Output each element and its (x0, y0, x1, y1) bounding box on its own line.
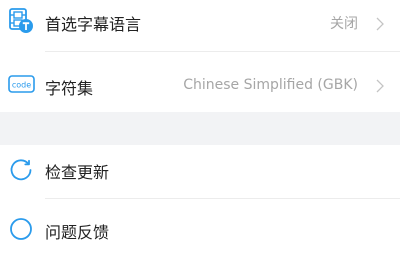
code-icon: code (8, 73, 36, 95)
check-update-label: 检查更新 (45, 163, 110, 182)
feedback-row[interactable]: 问题反馈 (0, 205, 400, 255)
subtitle-language-label: 首选字幕语言 (45, 15, 142, 34)
feedback-icon (8, 216, 34, 242)
row-divider (45, 198, 400, 199)
code-icon-text: code (12, 80, 31, 89)
subtitle-language-value: 关闭 (330, 16, 358, 32)
charset-row[interactable]: code 字符集 Chinese Simplified (GBK) (0, 60, 400, 110)
charset-value: Chinese Simplified (GBK) (183, 77, 358, 93)
check-update-row[interactable]: 检查更新 (0, 145, 400, 195)
row-divider (45, 51, 400, 52)
subtitle-language-row[interactable]: 首选字幕语言 关闭 (0, 0, 400, 44)
section-separator (0, 112, 400, 145)
feedback-label: 问题反馈 (45, 223, 110, 242)
chevron-right-icon (374, 78, 386, 93)
chevron-right-icon (374, 16, 386, 31)
charset-label: 字符集 (45, 79, 94, 98)
refresh-icon (8, 156, 34, 182)
subtitle-film-icon (8, 8, 34, 34)
